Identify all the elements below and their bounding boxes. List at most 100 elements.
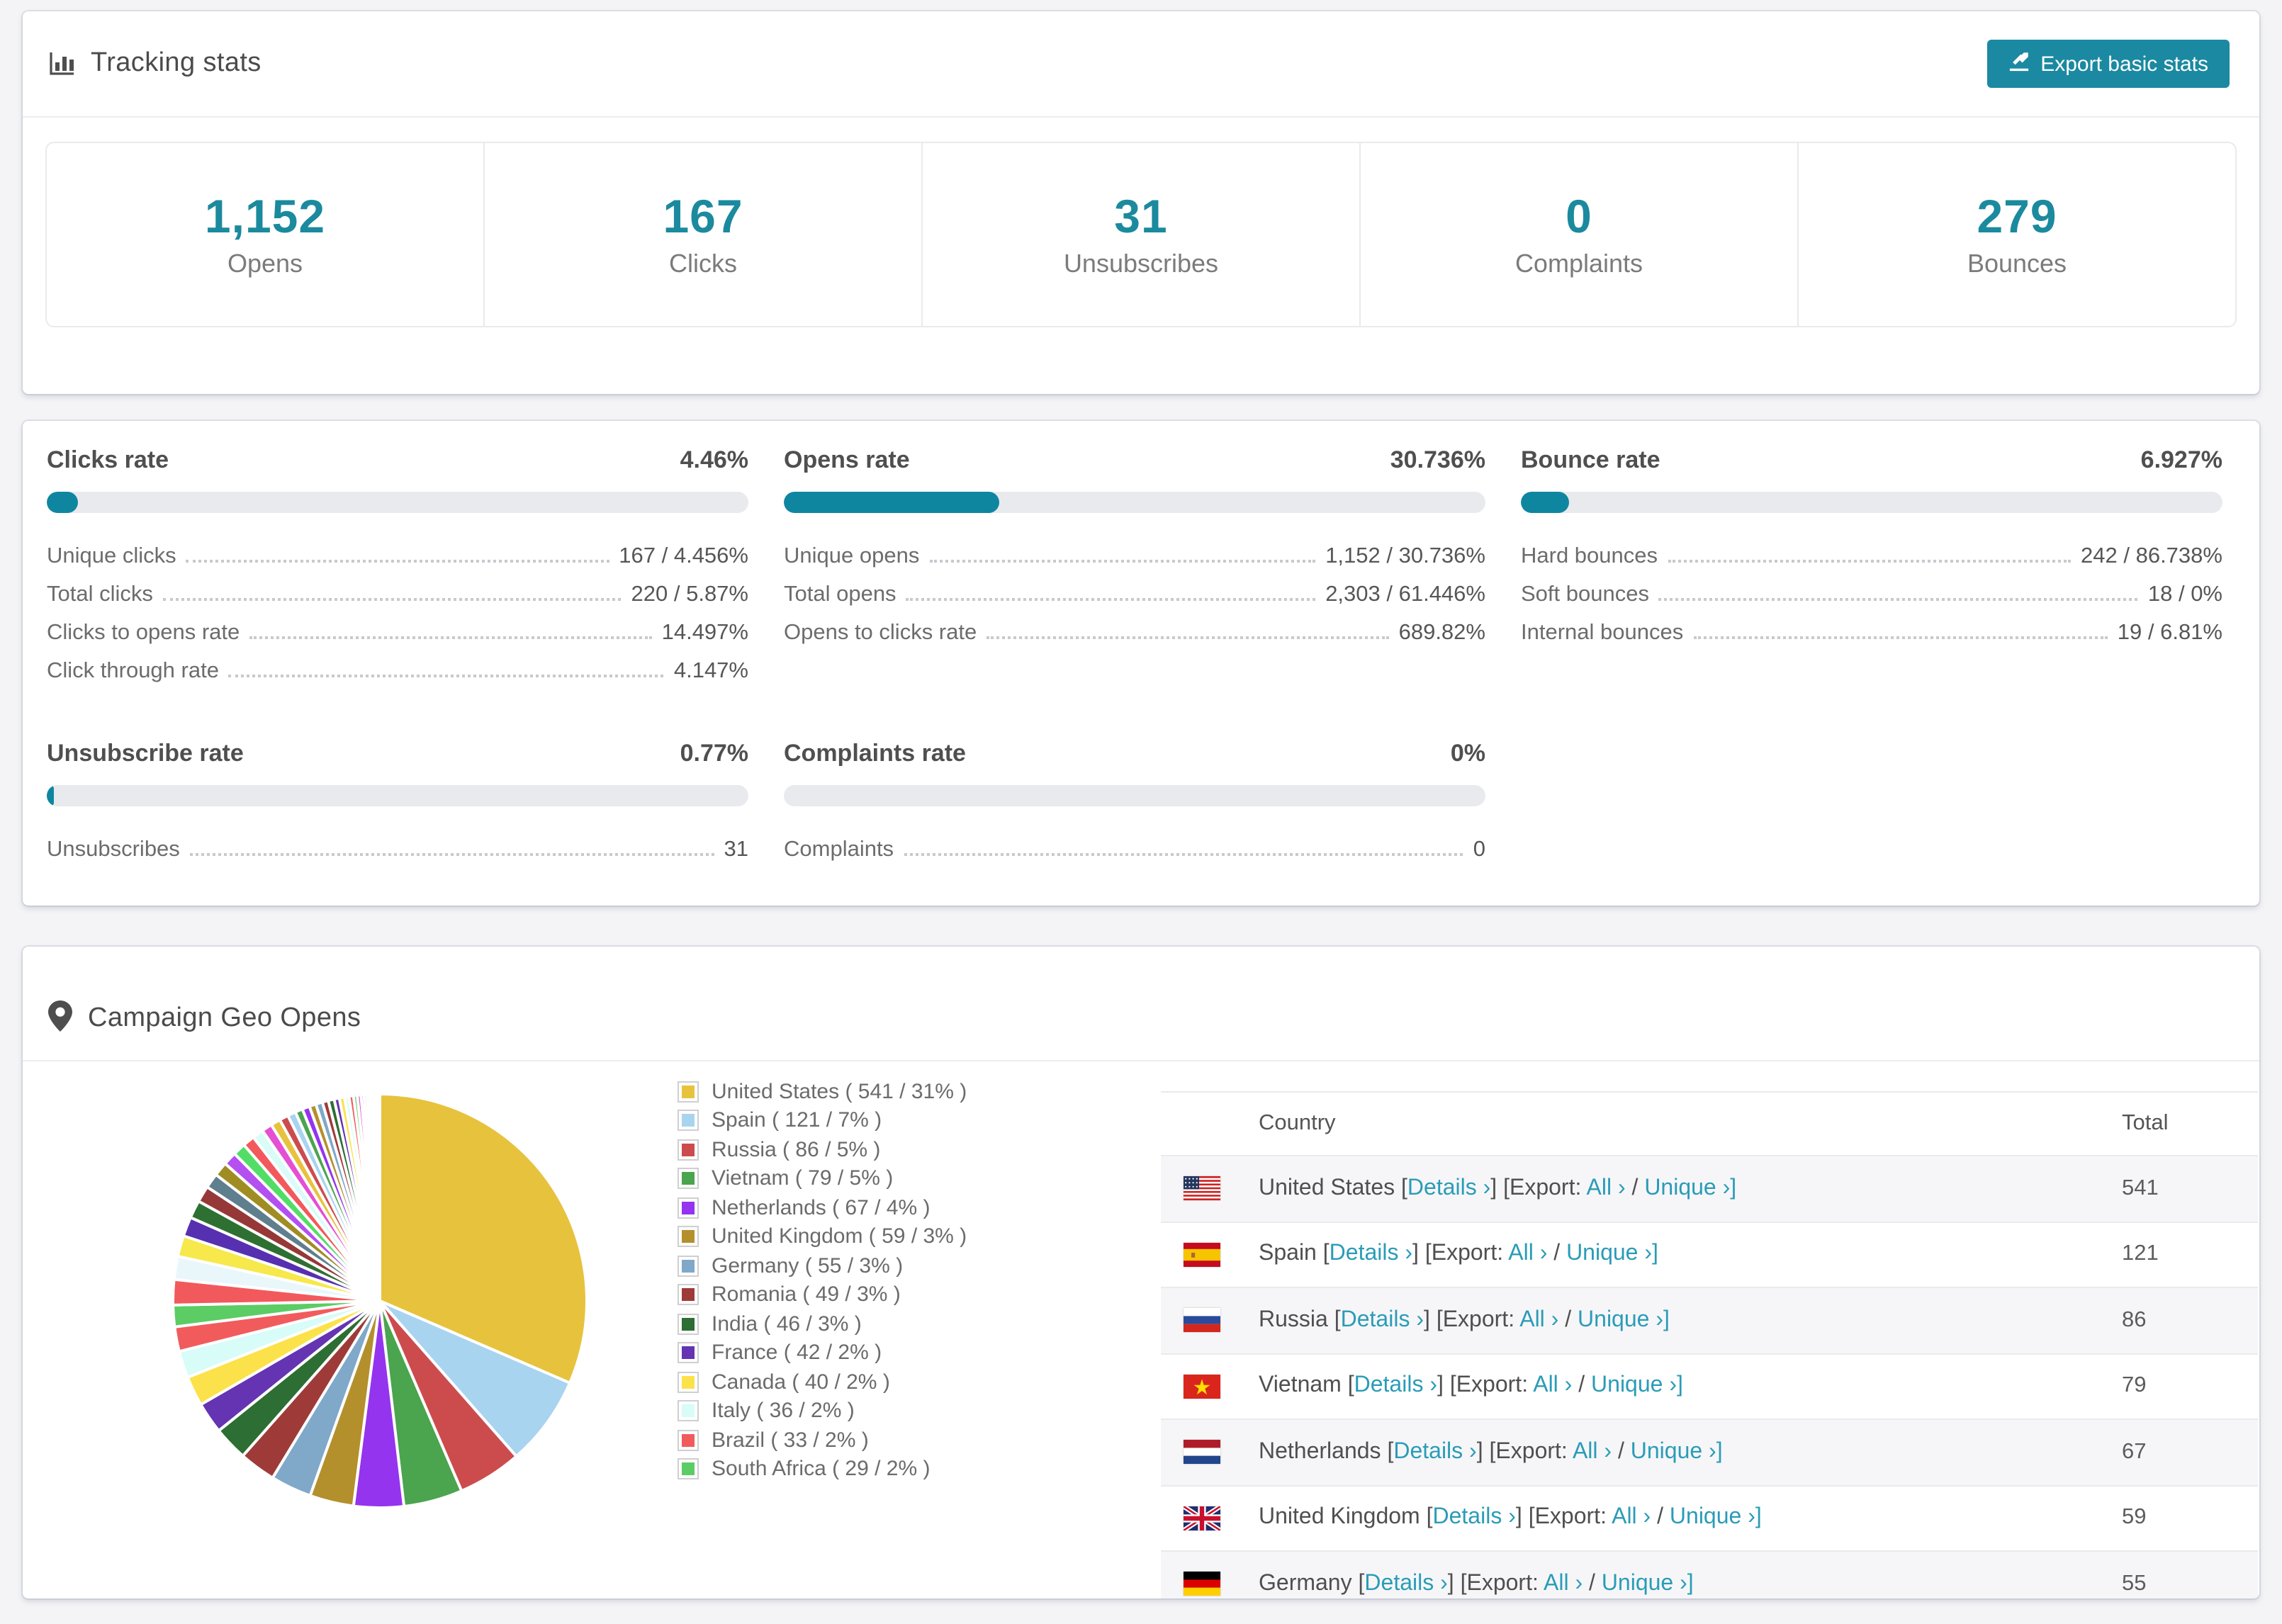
export-all-link[interactable]: All › <box>1533 1374 1572 1398</box>
export-unique-link[interactable]: Unique ›] <box>1644 1176 1736 1200</box>
export-unique-link[interactable]: Unique ›] <box>1578 1308 1670 1332</box>
legend-swatch <box>678 1255 699 1277</box>
rate-progress-bar <box>784 492 1485 513</box>
rate-row-label: Internal bounces <box>1521 621 1684 645</box>
geo-opens-header: Campaign Geo Opens <box>23 947 2259 1061</box>
total-cell: 121 <box>2122 1241 2159 1266</box>
details-link[interactable]: Details › <box>1407 1176 1490 1200</box>
rate-detail-row: Soft bounces 18 / 0% <box>1521 582 2222 621</box>
country-flag-vn <box>1184 1374 1220 1399</box>
details-link[interactable]: Details › <box>1341 1308 1424 1332</box>
export-unique-link[interactable]: Unique ›] <box>1602 1572 1694 1596</box>
country-name: United Kingdom <box>1259 1505 1427 1530</box>
rate-row-value: 1,152 / 30.736% <box>1325 544 1485 568</box>
legend-label: Vietnam ( 79 / 5% ) <box>712 1166 894 1191</box>
total-cell: 67 <box>2122 1439 2147 1464</box>
dotted-leader <box>1668 560 2072 563</box>
rate-block-unsubscribe-rate: Unsubscribe rate 0.77% Unsubscribes 31 <box>47 740 748 876</box>
flag-cell <box>1161 1572 1259 1596</box>
export-unique-link[interactable]: Unique ›] <box>1631 1440 1723 1464</box>
rates-row-primary: Clicks rate 4.46% Unique clicks 167 / 4.456… <box>47 446 2235 697</box>
slash: / <box>1547 1241 1567 1266</box>
rate-progress-fill <box>47 785 54 806</box>
geo-table-row-united-states: United States [Details ›] [Export: All ›… <box>1161 1156 2258 1222</box>
flag-cell <box>1161 1242 1259 1267</box>
rate-detail-row: Unique clicks 167 / 4.456% <box>47 544 748 582</box>
details-link[interactable]: Details › <box>1393 1440 1476 1464</box>
legend-label: Germany ( 55 / 3% ) <box>712 1253 904 1278</box>
rate-row-label: Clicks to opens rate <box>47 621 240 645</box>
country-flag-gb <box>1184 1506 1220 1530</box>
legend-item-spain: Spain ( 121 / 7% ) <box>678 1106 967 1135</box>
export-basic-stats-button[interactable]: Export basic stats <box>1986 40 2230 88</box>
country-cell: Vietnam [Details ›] [Export: All › / Uni… <box>1259 1374 2122 1399</box>
rate-progress-fill <box>47 492 79 513</box>
rate-row-label: Hard bounces <box>1521 544 1658 568</box>
rates-card: Clicks rate 4.46% Unique clicks 167 / 4.456… <box>23 421 2259 906</box>
export-all-link[interactable]: All › <box>1587 1176 1626 1200</box>
export-prefix: [Export: <box>1489 1439 1573 1464</box>
summary-stat-opens: 1,152 Opens <box>47 143 483 326</box>
bracket: ] <box>1490 1175 1497 1200</box>
export-all-link[interactable]: All › <box>1519 1308 1558 1332</box>
export-all-link[interactable]: All › <box>1508 1242 1547 1266</box>
details-link[interactable]: Details › <box>1330 1242 1412 1266</box>
details-link[interactable]: Details › <box>1354 1374 1437 1398</box>
legend-swatch <box>678 1371 699 1393</box>
legend-item-netherlands: Netherlands ( 67 / 4% ) <box>678 1193 967 1222</box>
country-cell: Russia [Details ›] [Export: All › / Uniq… <box>1259 1308 2122 1333</box>
export-unique-link[interactable]: Unique ›] <box>1591 1374 1683 1398</box>
summary-label: Clicks <box>669 249 737 278</box>
legend-swatch <box>678 1226 699 1248</box>
details-link[interactable]: Details › <box>1433 1506 1516 1530</box>
legend-swatch <box>678 1197 699 1219</box>
legend-label: Italy ( 36 / 2% ) <box>712 1399 855 1423</box>
bracket: [ <box>1334 1307 1341 1332</box>
export-unique-link[interactable]: Unique ›] <box>1566 1242 1658 1266</box>
legend-label: Russia ( 86 / 5% ) <box>712 1137 881 1162</box>
legend-label: India ( 46 / 3% ) <box>712 1312 862 1336</box>
legend-swatch <box>678 1139 699 1161</box>
legend-swatch <box>678 1400 699 1422</box>
slash: / <box>1572 1373 1592 1398</box>
export-all-link[interactable]: All › <box>1612 1506 1651 1530</box>
rate-row-value: 167 / 4.456% <box>619 544 748 568</box>
geo-table-row-united-kingdom: United Kingdom [Details ›] [Export: All … <box>1161 1486 2258 1552</box>
rate-detail-row: Total opens 2,303 / 61.446% <box>784 582 1485 621</box>
export-unique-link[interactable]: Unique ›] <box>1670 1506 1762 1530</box>
flag-cell <box>1161 1308 1259 1333</box>
legend-item-brazil: Brazil ( 33 / 2% ) <box>678 1426 967 1455</box>
legend-item-united-states: United States ( 541 / 31% ) <box>678 1077 967 1106</box>
rate-progress-fill <box>784 492 1000 513</box>
rate-row-value: 242 / 86.738% <box>2081 544 2222 568</box>
rate-detail-row: Click through rate 4.147% <box>47 659 748 697</box>
rate-detail-row: Total clicks 220 / 5.87% <box>47 582 748 621</box>
export-prefix: [Export: <box>1424 1241 1509 1266</box>
geo-table-row-spain: Spain [Details ›] [Export: All › / Uniqu… <box>1161 1222 2258 1288</box>
rate-row-value: 220 / 5.87% <box>631 582 748 607</box>
rate-title: Complaints rate <box>784 740 966 767</box>
rate-title: Bounce rate <box>1521 446 1660 473</box>
summary-label: Bounces <box>1967 249 2067 278</box>
geo-opens-card: Campaign Geo Opens United States ( 541 /… <box>23 947 2259 1598</box>
legend-label: France ( 42 / 2% ) <box>712 1341 882 1365</box>
bracket: ] <box>1447 1571 1454 1596</box>
pie-legend: United States ( 541 / 31% ) Spain ( 121 /… <box>678 1077 967 1484</box>
geo-table-header-row: Country Total <box>1161 1091 2258 1156</box>
rate-detail-row: Complaints 0 <box>784 838 1485 876</box>
country-flag-nl <box>1184 1440 1220 1465</box>
dotted-leader <box>249 636 652 639</box>
flag-cell <box>1161 1176 1259 1201</box>
legend-item-germany: Germany ( 55 / 3% ) <box>678 1251 967 1280</box>
rate-row-value: 31 <box>724 838 749 862</box>
export-all-link[interactable]: All › <box>1573 1440 1612 1464</box>
bar-chart-icon <box>48 50 77 78</box>
rate-row-label: Complaints <box>784 838 894 862</box>
legend-swatch <box>678 1458 699 1480</box>
details-link[interactable]: Details › <box>1364 1572 1447 1596</box>
geo-table-row-vietnam: Vietnam [Details ›] [Export: All › / Uni… <box>1161 1354 2258 1420</box>
export-all-link[interactable]: All › <box>1544 1572 1583 1596</box>
legend-label: Romania ( 49 / 3% ) <box>712 1282 901 1307</box>
dotted-leader <box>929 560 1316 563</box>
country-name: Germany <box>1259 1571 1359 1596</box>
